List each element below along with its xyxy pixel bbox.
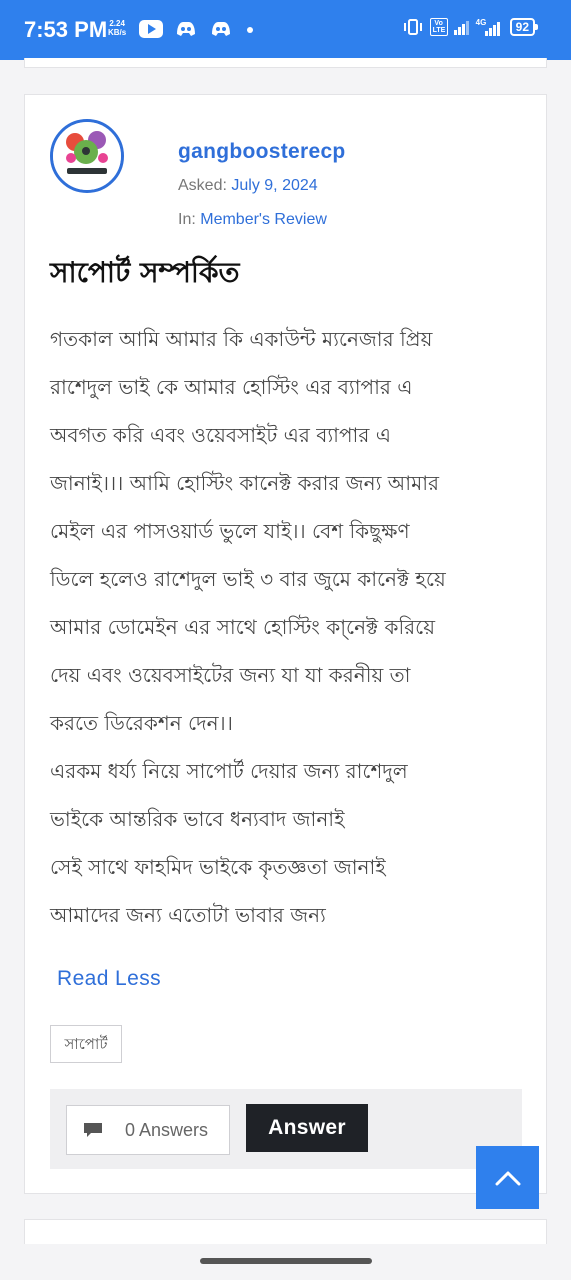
network-speed-unit: KB/s — [108, 28, 127, 37]
status-bar: 7:53 PM 2.24 KB/s Vo LTE 4G 92 — [0, 0, 571, 60]
dot-icon — [247, 27, 253, 33]
status-time: 7:53 PM — [24, 17, 108, 42]
answer-button[interactable]: Answer — [246, 1104, 368, 1152]
asked-date-link[interactable]: July 9, 2024 — [231, 177, 317, 194]
body-line: ভাইকে আন্তরিক ভাবে ধন্যবাদ জানাই — [50, 807, 345, 831]
signal-icon — [453, 21, 469, 35]
tag-chip[interactable]: সাপোর্ট — [50, 1025, 122, 1063]
status-right-group: Vo LTE 4G 92 — [402, 18, 539, 36]
home-gesture-handle[interactable] — [200, 1258, 372, 1264]
network-speed-value: 2.24 — [109, 19, 125, 28]
body-line: জানাই।।। আমি হোস্টিং কানেক্ট করার জন্য আ… — [50, 471, 439, 495]
scroll-to-top-button[interactable] — [476, 1146, 539, 1209]
comment-icon — [84, 1123, 102, 1137]
body-line: করতে ডিরেকশন দেন।। — [50, 711, 233, 735]
previous-card — [24, 58, 547, 68]
body-line: এরকম ধর্য্য নিয়ে সাপোর্ট দেয়ার জন্য রা… — [50, 759, 408, 783]
body-line: গতকাল আমি আমার কি একাউন্ট ম্যনেজার প্রিয… — [50, 327, 433, 351]
answers-count-label: 0 Answers — [125, 1119, 209, 1140]
asked-date-line: Asked: July 9, 2024 — [178, 177, 318, 195]
system-navigation-bar — [0, 1244, 571, 1280]
body-line: আমার ডোমেইন এর সাথে হোস্টিং কা্নেক্ট করি… — [50, 615, 435, 639]
category-line: In: Member's Review — [178, 211, 327, 229]
discord-icon — [212, 22, 230, 36]
avatar-logo-icon — [53, 122, 121, 190]
body-line: সেই সাথে ফাহমিদ ভাইকে কৃতজ্ঞতা জানাই — [50, 855, 386, 879]
signal-4g-icon: 4G — [476, 18, 504, 36]
volte-icon: Vo LTE — [429, 18, 448, 36]
author-name[interactable]: gangboosterecp — [178, 140, 346, 164]
in-label: In: — [178, 211, 196, 228]
avatar[interactable] — [50, 119, 124, 193]
battery-icon: 92 — [509, 18, 539, 36]
read-less-link[interactable]: Read Less — [57, 967, 161, 991]
asked-label: Asked: — [178, 177, 227, 194]
network-speed: 2.24 KB/s — [108, 19, 126, 37]
question-card: gangboosterecp Asked: July 9, 2024 In: M… — [24, 94, 547, 1194]
body-line: আমাদের জন্য এতোটা ভাবার জন্য — [50, 903, 326, 927]
youtube-icon — [139, 20, 163, 38]
question-footer: 0 Answers Answer — [50, 1089, 522, 1169]
body-line: অবগত করি এবং ওয়েবসাইট এর ব্যাপার এ — [50, 423, 391, 447]
answers-count-button[interactable]: 0 Answers — [66, 1105, 230, 1155]
vibrate-icon — [403, 19, 422, 35]
discord-icon — [177, 22, 195, 36]
question-title[interactable]: সাপোর্ট সম্পর্কিত — [50, 251, 240, 298]
body-line: দেয় এবং ওয়েবসাইটের জন্য যা যা করনীয় ত… — [50, 663, 411, 687]
body-line: মেইল এর পাসওয়ার্ড ভুলে যাই।। বেশ কিছুক্… — [50, 519, 410, 543]
body-line: ডিলে হলেও রাশেদুল ভাই ৩ বার জুমে কানেক্ট… — [50, 567, 446, 591]
chevron-up-icon — [495, 1171, 520, 1185]
body-line: রাশেদুল ভাই কে আমার হোস্টিং এর ব্যাপার এ — [50, 375, 413, 399]
question-body: গতকাল আমি আমার কি একাউন্ট ম্যনেজার প্রিয… — [50, 315, 520, 939]
category-link[interactable]: Member's Review — [200, 211, 327, 228]
